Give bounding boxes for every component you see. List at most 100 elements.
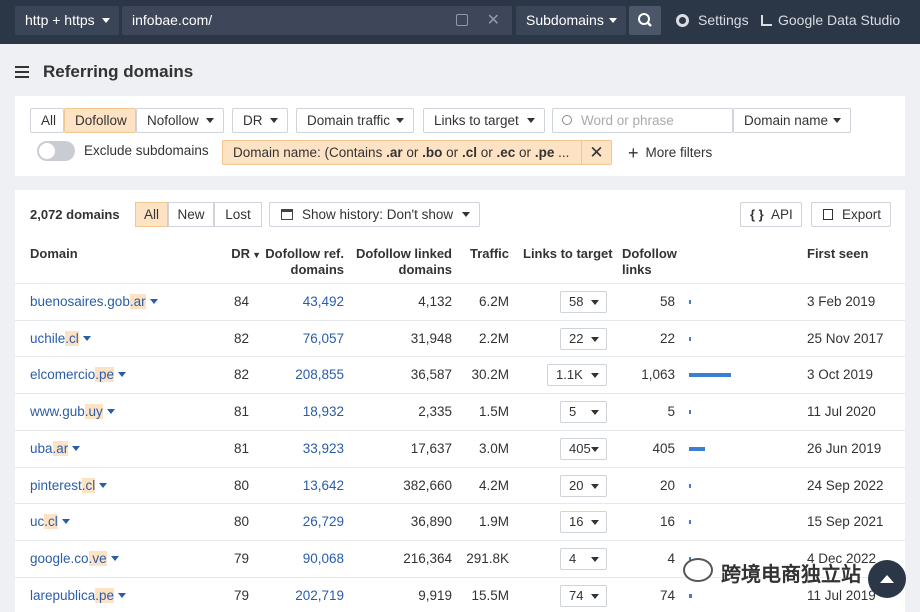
gds-label: Google Data Studio [778, 12, 901, 28]
dofollow-links-value: 74 [659, 587, 675, 603]
chevron-down-icon [102, 18, 110, 23]
ltt-value: 74 [569, 587, 584, 603]
links-to-target-select[interactable]: 74 [560, 584, 607, 607]
domain-link[interactable]: www.gub.uy [30, 394, 115, 430]
chevron-down-icon [591, 483, 599, 489]
chevron-down-icon[interactable] [106, 409, 115, 415]
col-header-first-seen[interactable]: First seen [807, 246, 868, 262]
ref-domains-link[interactable]: 90,068 [255, 541, 344, 577]
google-data-studio-link[interactable]: Google Data Studio [761, 6, 900, 35]
links-to-target-select[interactable]: 20 [560, 474, 607, 497]
domain-link[interactable]: larepublica.pe [30, 578, 127, 612]
chevron-down-icon[interactable] [99, 482, 108, 488]
show-history-select[interactable]: Show history: Don't show [269, 202, 480, 227]
filter-domain-traffic[interactable]: Domain traffic [296, 108, 414, 133]
domain-link[interactable]: pinterest.cl [30, 468, 108, 504]
chip-or: or [480, 145, 493, 160]
linked-domains-value: 9,919 [418, 587, 452, 603]
table-row: uba.ar 81 33,923 17,637 3.0M 405 405 26 Jun 201… [15, 429, 905, 467]
domain-link[interactable]: elcomercio.pe [30, 357, 127, 393]
col-header-links-to-target[interactable]: Links to target [523, 246, 613, 262]
domain-name-select[interactable]: Domain name [733, 108, 851, 133]
filters-panel: All Dofollow Nofollow DR Domain traffic … [15, 96, 905, 176]
menu-icon[interactable] [15, 66, 29, 78]
domain-link[interactable]: uba.ar [30, 431, 81, 467]
col-label: Traffic [469, 246, 509, 261]
chevron-down-icon[interactable] [149, 299, 158, 304]
chevron-down-icon[interactable] [118, 372, 127, 378]
ref-domains-link[interactable]: 202,719 [255, 578, 344, 612]
ref-domains-link[interactable]: 76,057 [255, 321, 344, 357]
filter-nofollow[interactable]: Nofollow [136, 108, 224, 133]
filter-dr[interactable]: DR [232, 108, 288, 133]
ref-domains-link[interactable]: 13,642 [255, 468, 344, 504]
seg-lost-label: Lost [225, 207, 251, 222]
history-label: Show history: Don't show [302, 207, 454, 222]
more-filters-label: More filters [645, 145, 713, 160]
url-input[interactable]: infobae.com/ ✕ [122, 6, 512, 35]
search-input[interactable]: Word or phrase [552, 108, 733, 133]
col-header-dofollow-links[interactable]: Dofollow links [622, 246, 677, 278]
settings-link[interactable]: Settings [676, 6, 749, 35]
seg-all[interactable]: All [135, 202, 168, 227]
domain-link[interactable]: google.co.ve [30, 541, 119, 577]
mode-select[interactable]: Subdomains [516, 6, 626, 35]
links-to-target-select[interactable]: 5 [560, 401, 607, 424]
domain-link[interactable]: buenosaires.gob.ar [30, 284, 158, 320]
export-label: Export [842, 207, 882, 222]
domain-base: buenosaires.gob [30, 294, 130, 309]
dofollow-links-value: 16 [659, 514, 675, 530]
links-to-target-select[interactable]: 405 [560, 437, 607, 460]
chevron-down-icon [833, 118, 841, 123]
gear-icon [676, 14, 689, 27]
chevron-down-icon[interactable] [82, 335, 91, 341]
export-button[interactable]: Export [811, 202, 891, 227]
links-to-target-select[interactable]: 4 [560, 547, 607, 570]
filter-all[interactable]: All [30, 108, 64, 133]
filter-links-to-target[interactable]: Links to target [423, 108, 545, 133]
chevron-down-icon[interactable] [110, 555, 119, 561]
dofollow-links-value: 22 [659, 330, 675, 346]
scroll-top-button[interactable] [868, 560, 906, 598]
traffic-value: 15.5M [471, 587, 509, 603]
external-link-icon[interactable] [456, 14, 468, 26]
exclude-subdomains-toggle[interactable] [37, 141, 75, 161]
clear-icon[interactable]: ✕ [487, 6, 500, 35]
col-header-traffic[interactable]: Traffic [465, 246, 509, 262]
more-filters-button[interactable]: + More filters [628, 143, 712, 164]
traffic-value: 2.2M [478, 330, 509, 346]
col-header-domain[interactable]: Domain [30, 246, 78, 262]
col-header-linked[interactable]: Dofollow linked domains [351, 246, 452, 278]
ref-domains-link[interactable]: 26,729 [255, 504, 344, 540]
ref-domains-link[interactable]: 208,855 [255, 357, 344, 393]
chevron-down-icon[interactable] [72, 445, 81, 451]
filter-dofollow[interactable]: Dofollow [64, 108, 136, 133]
seg-lost[interactable]: Lost [214, 202, 262, 227]
domain-base: google.co [30, 550, 89, 566]
links-to-target-select[interactable]: 58 [560, 291, 607, 313]
domain-link[interactable]: uchile.cl [30, 321, 91, 357]
protocol-select[interactable]: http + https [15, 6, 119, 35]
ref-domains-link[interactable]: 33,923 [255, 431, 344, 467]
col-header-dofollow-ref[interactable]: Dofollow ref. domains [255, 246, 344, 278]
links-to-target-select[interactable]: 16 [560, 511, 607, 534]
search-placeholder: Word or phrase [581, 113, 674, 128]
links-to-target-select[interactable]: 22 [560, 327, 607, 350]
links-to-target-select[interactable]: 1.1K [547, 364, 607, 387]
ref-domains-link[interactable]: 43,492 [255, 284, 344, 320]
chevron-down-icon[interactable] [118, 592, 127, 598]
domain-link[interactable]: uc.cl [30, 504, 70, 540]
first-seen-value: 3 Oct 2019 [807, 367, 874, 383]
code-braces-icon: { } [750, 207, 764, 222]
ref-domains-link[interactable]: 18,932 [255, 394, 344, 430]
search-button[interactable] [629, 6, 661, 35]
close-icon[interactable]: ✕ [581, 141, 611, 164]
domain-tld-highlight: .cl [44, 514, 58, 530]
api-button[interactable]: { } API [740, 202, 802, 227]
chevron-down-icon [206, 118, 214, 123]
seg-new[interactable]: New [168, 202, 214, 227]
chevron-down-icon[interactable] [61, 519, 70, 525]
col-label: domains [398, 262, 452, 277]
active-filter-chip[interactable]: Domain name: (Contains .ar or .bo or .cl… [222, 140, 612, 165]
dr-value: 79 [233, 550, 249, 566]
